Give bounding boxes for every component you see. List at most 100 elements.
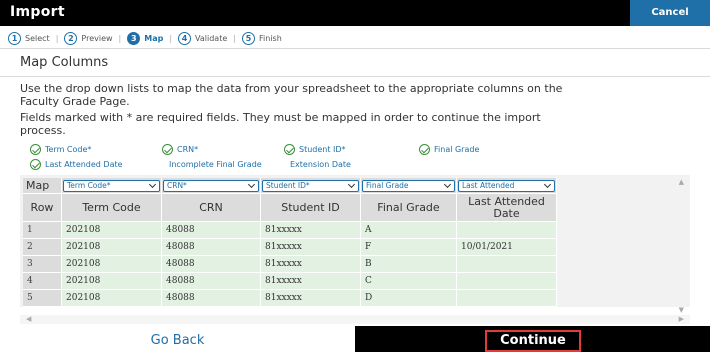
divider xyxy=(0,48,710,49)
chevron-down-icon xyxy=(347,180,356,188)
column-header-crn: CRN xyxy=(162,194,261,222)
column-select-final-grade[interactable]: Final Grade xyxy=(361,178,457,194)
row-number: 3 xyxy=(23,256,62,273)
step-finish[interactable]: 5 Finish xyxy=(241,31,282,45)
table-cell: 81xxxxx xyxy=(261,273,361,290)
check-circle-icon xyxy=(419,144,430,155)
step-preview[interactable]: 2 Preview | xyxy=(64,31,127,45)
table-cell: 48088 xyxy=(162,239,261,256)
column-header-last-attended: Last Attended Date xyxy=(457,194,557,222)
select-value: Student ID* xyxy=(266,181,310,190)
step-separator: | xyxy=(233,33,236,43)
table-cell xyxy=(457,290,557,307)
step-separator: | xyxy=(169,33,173,43)
row-number: 4 xyxy=(23,273,62,290)
table-cell: 202108 xyxy=(62,256,162,273)
divider xyxy=(0,76,710,77)
table-cell xyxy=(457,222,557,239)
instruction-line: Fields marked with * are required fields… xyxy=(20,111,541,124)
field-legend: Term Code* CRN* Student ID* Final Grade … xyxy=(30,142,670,172)
table-row: 5 202108 48088 81xxxxx D xyxy=(23,290,557,307)
header-row: Row Term Code CRN Student ID Final Grade… xyxy=(23,194,557,222)
column-header-student-id: Student ID xyxy=(261,194,361,222)
select-value: Final Grade xyxy=(366,181,409,190)
table-cell: 81xxxxx xyxy=(261,239,361,256)
step-label: Preview xyxy=(81,33,113,43)
scroll-up-icon[interactable]: ▲ xyxy=(679,178,684,186)
stepper: 1 Select | 2 Preview | 3 Map | 4 Validat… xyxy=(8,30,282,46)
legend-item-incomplete-final: Incomplete Final Grade xyxy=(169,160,262,169)
step-label: Finish xyxy=(258,33,282,43)
chevron-down-icon xyxy=(148,180,157,188)
table-cell: 10/01/2021 xyxy=(457,239,557,256)
row-number: 1 xyxy=(23,222,62,239)
table-cell: 48088 xyxy=(162,256,261,273)
step-label: Select xyxy=(25,33,50,43)
table-cell: A xyxy=(361,222,457,239)
step-number: 2 xyxy=(64,31,78,45)
table-cell: B xyxy=(361,256,457,273)
required-text: Fields marked with * are required fields… xyxy=(20,111,700,137)
step-map[interactable]: 3 Map | xyxy=(127,31,178,45)
instruction-line: process. xyxy=(20,124,66,137)
table-cell: 202108 xyxy=(62,222,162,239)
table-cell: 48088 xyxy=(162,273,261,290)
table-cell: C xyxy=(361,273,457,290)
continue-button[interactable]: Continue xyxy=(485,330,581,352)
check-circle-icon xyxy=(30,144,41,155)
chevron-down-icon xyxy=(543,180,552,188)
table-row: 3 202108 48088 81xxxxx B xyxy=(23,256,557,273)
page-title: Import xyxy=(10,4,65,20)
instruction-text: Use the drop down lists to map the data … xyxy=(20,82,700,108)
column-header-term-code: Term Code xyxy=(62,194,162,222)
check-circle-icon xyxy=(284,144,295,155)
table-row: 4 202108 48088 81xxxxx C xyxy=(23,273,557,290)
step-number: 3 xyxy=(127,31,141,45)
step-separator: | xyxy=(55,33,59,43)
step-label: Validate xyxy=(195,33,228,43)
step-separator: | xyxy=(118,33,122,43)
legend-item-student-id: Student ID* xyxy=(284,142,419,157)
table-cell: 81xxxxx xyxy=(261,222,361,239)
column-select-student-id[interactable]: Student ID* xyxy=(261,178,361,194)
step-number: 4 xyxy=(178,31,192,45)
column-select-term-code[interactable]: Term Code* xyxy=(62,178,162,194)
column-select-crn[interactable]: CRN* xyxy=(162,178,261,194)
step-select[interactable]: 1 Select | xyxy=(8,31,64,45)
table-cell: 48088 xyxy=(162,290,261,307)
column-header-row: Row xyxy=(23,194,62,222)
map-row: Map Term Code* CRN* Student ID* Final Gr… xyxy=(23,178,557,194)
section-title: Map Columns xyxy=(20,55,109,70)
instruction-line: Use the drop down lists to map the data … xyxy=(20,82,563,95)
row-number: 5 xyxy=(23,290,62,307)
legend-item-extension-date: Extension Date xyxy=(290,160,351,169)
table-cell: F xyxy=(361,239,457,256)
horizontal-scrollbar[interactable]: ◀ ▶ xyxy=(20,315,690,324)
table-cell: 202108 xyxy=(62,239,162,256)
table-cell: 81xxxxx xyxy=(261,290,361,307)
map-label: Map xyxy=(23,178,62,194)
column-header-final-grade: Final Grade xyxy=(361,194,457,222)
table-cell xyxy=(457,273,557,290)
row-number: 2 xyxy=(23,239,62,256)
table-cell: 48088 xyxy=(162,222,261,239)
table-cell xyxy=(457,256,557,273)
table-cell: 81xxxxx xyxy=(261,256,361,273)
table-row: 1 202108 48088 81xxxxx A xyxy=(23,222,557,239)
scroll-left-icon[interactable]: ◀ xyxy=(26,315,31,323)
mapping-grid: Map Term Code* CRN* Student ID* Final Gr… xyxy=(20,175,690,307)
cancel-button[interactable]: Cancel xyxy=(630,0,710,26)
scroll-right-icon[interactable]: ▶ xyxy=(679,315,684,323)
step-number: 5 xyxy=(241,31,255,45)
column-select-last-attended[interactable]: Last Attended xyxy=(457,178,557,194)
instruction-line: Faculty Grade Page. xyxy=(20,95,130,108)
table-cell: D xyxy=(361,290,457,307)
check-circle-icon xyxy=(30,159,41,170)
legend-item-final-grade: Final Grade xyxy=(419,142,479,157)
top-bar: Import Cancel xyxy=(0,0,710,26)
scroll-down-icon[interactable]: ▼ xyxy=(679,306,684,314)
step-number: 1 xyxy=(8,31,21,45)
select-value: Last Attended xyxy=(462,181,515,190)
go-back-button[interactable]: Go Back xyxy=(0,330,355,352)
step-validate[interactable]: 4 Validate | xyxy=(178,31,242,45)
